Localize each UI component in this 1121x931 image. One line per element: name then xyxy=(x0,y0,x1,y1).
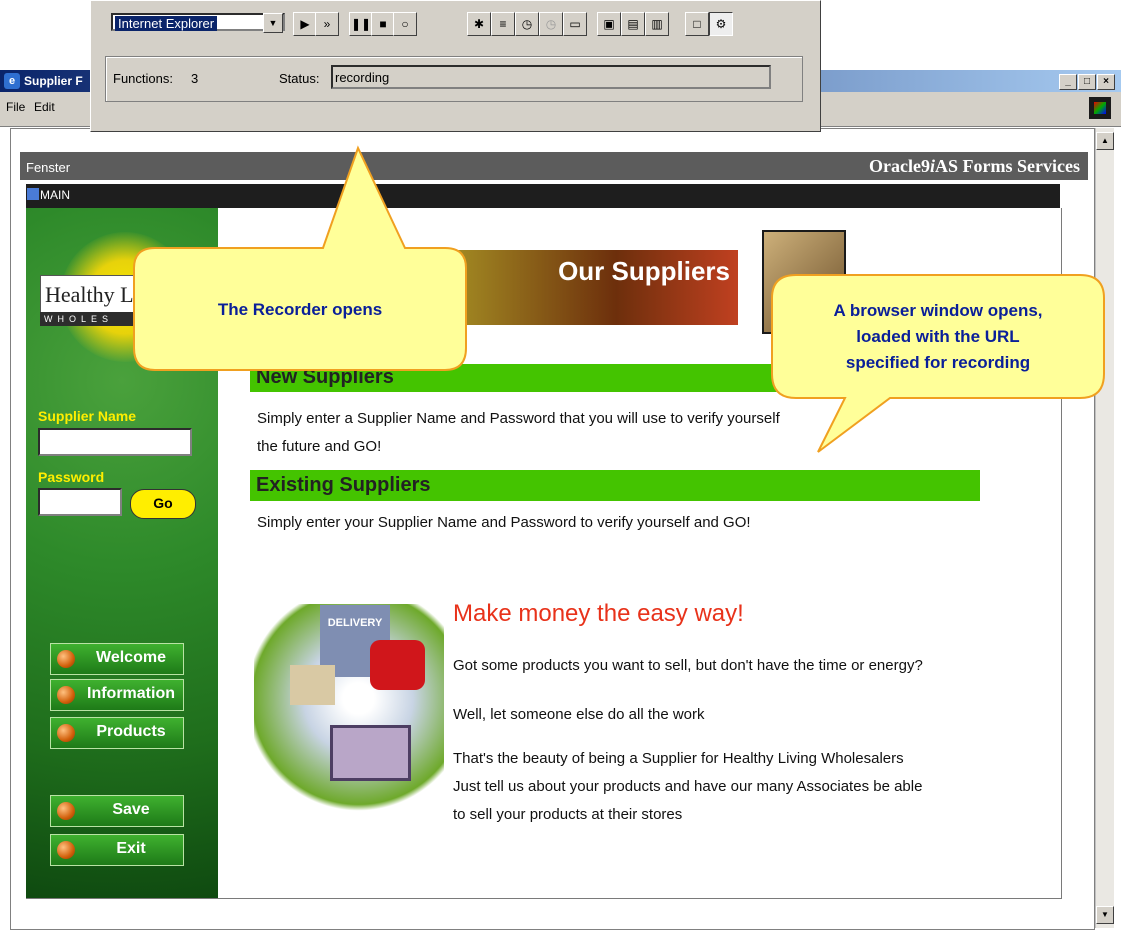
browser-callout-line2: loaded with the URL xyxy=(856,327,1020,346)
browser-callout-text: A browser window opens, loaded with the … xyxy=(772,298,1104,376)
browser-callout-line3: specified for recording xyxy=(845,353,1031,372)
recorder-callout-shape xyxy=(133,145,467,371)
recorder-callout-text: The Recorder opens xyxy=(217,300,383,319)
callout-shapes xyxy=(133,145,1105,453)
browser-callout-line1: A browser window opens, xyxy=(833,301,1043,320)
